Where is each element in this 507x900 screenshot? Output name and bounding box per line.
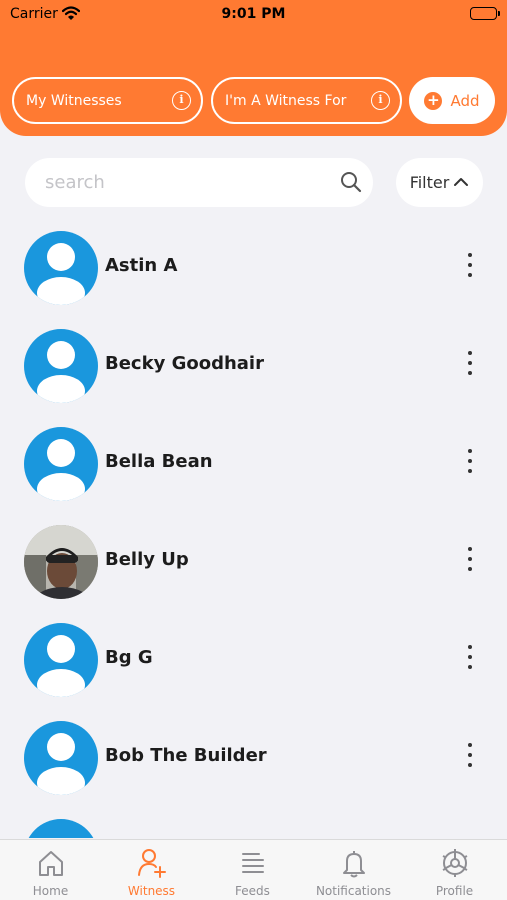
add-label: Add [450, 91, 480, 110]
contact-name: Bg G [105, 647, 153, 668]
chevron-up-icon [453, 173, 469, 192]
more-options-icon[interactable] [462, 544, 478, 574]
header-bar: Carrier 9:01 PM My Witnesses i I'm A Wit… [0, 0, 507, 136]
tab-label: Profile [435, 884, 474, 898]
default-user-icon [24, 721, 98, 795]
bottom-tab-bar: Home Witness Feeds Notifications Profile [0, 839, 507, 900]
profile-gear-icon [404, 848, 505, 878]
tab-label: Feeds [235, 884, 270, 898]
default-user-icon [24, 231, 98, 305]
default-user-icon [24, 623, 98, 697]
tab-profile[interactable]: Profile [404, 840, 505, 900]
default-user-icon [24, 427, 98, 501]
status-bar: Carrier 9:01 PM [0, 0, 507, 30]
tab-label: Notifications [315, 884, 392, 898]
search-icon[interactable] [340, 171, 362, 197]
info-icon[interactable]: i [371, 91, 390, 110]
tab-label: Witness [127, 884, 176, 898]
home-icon [0, 848, 101, 878]
default-user-icon [24, 819, 98, 838]
more-options-icon[interactable] [462, 348, 478, 378]
more-options-icon[interactable] [462, 642, 478, 672]
contact-name: Astin A [105, 255, 178, 276]
segment-label: My Witnesses [26, 92, 122, 109]
add-button[interactable]: + Add [409, 77, 495, 124]
tab-home[interactable]: Home [0, 840, 101, 900]
more-options-icon[interactable] [462, 446, 478, 476]
tab-witness[interactable]: Witness [101, 840, 202, 900]
plus-circle-icon: + [424, 91, 443, 110]
add-user-icon [101, 848, 202, 878]
list-item[interactable]: Astin A [0, 218, 507, 316]
list-item[interactable]: Bella Bean [0, 414, 507, 512]
tab-feeds[interactable]: Feeds [202, 840, 303, 900]
tab-label: Home [32, 884, 69, 898]
search-bar [25, 158, 373, 207]
battery-icon [470, 7, 500, 20]
filter-button[interactable]: Filter [396, 158, 483, 207]
more-options-icon[interactable] [462, 250, 478, 280]
contact-name: Belly Up [105, 549, 189, 570]
tab-im-a-witness-for[interactable]: I'm A Witness For i [211, 77, 402, 124]
status-time: 9:01 PM [221, 6, 286, 22]
contact-name: Becky Goodhair [105, 353, 264, 374]
list-item-partial[interactable] [0, 806, 507, 838]
default-user-icon [24, 329, 98, 403]
list-item[interactable]: Bob The Builder [0, 708, 507, 806]
info-icon[interactable]: i [172, 91, 191, 110]
search-input[interactable] [45, 158, 335, 207]
contact-list: Astin A Becky Goodhair Bella Bean Belly … [0, 218, 507, 838]
bell-icon [303, 848, 404, 878]
contact-name: Bob The Builder [105, 745, 267, 766]
filter-label: Filter [409, 173, 450, 192]
more-options-icon[interactable] [462, 740, 478, 770]
list-item[interactable]: Belly Up [0, 512, 507, 610]
tab-notifications[interactable]: Notifications [303, 840, 404, 900]
contact-name: Bella Bean [105, 451, 213, 472]
list-item[interactable]: Bg G [0, 610, 507, 708]
user-photo-avatar [24, 525, 98, 599]
feeds-icon [202, 848, 303, 878]
tab-my-witnesses[interactable]: My Witnesses i [12, 77, 203, 124]
segment-label: I'm A Witness For [225, 92, 347, 109]
list-item[interactable]: Becky Goodhair [0, 316, 507, 414]
